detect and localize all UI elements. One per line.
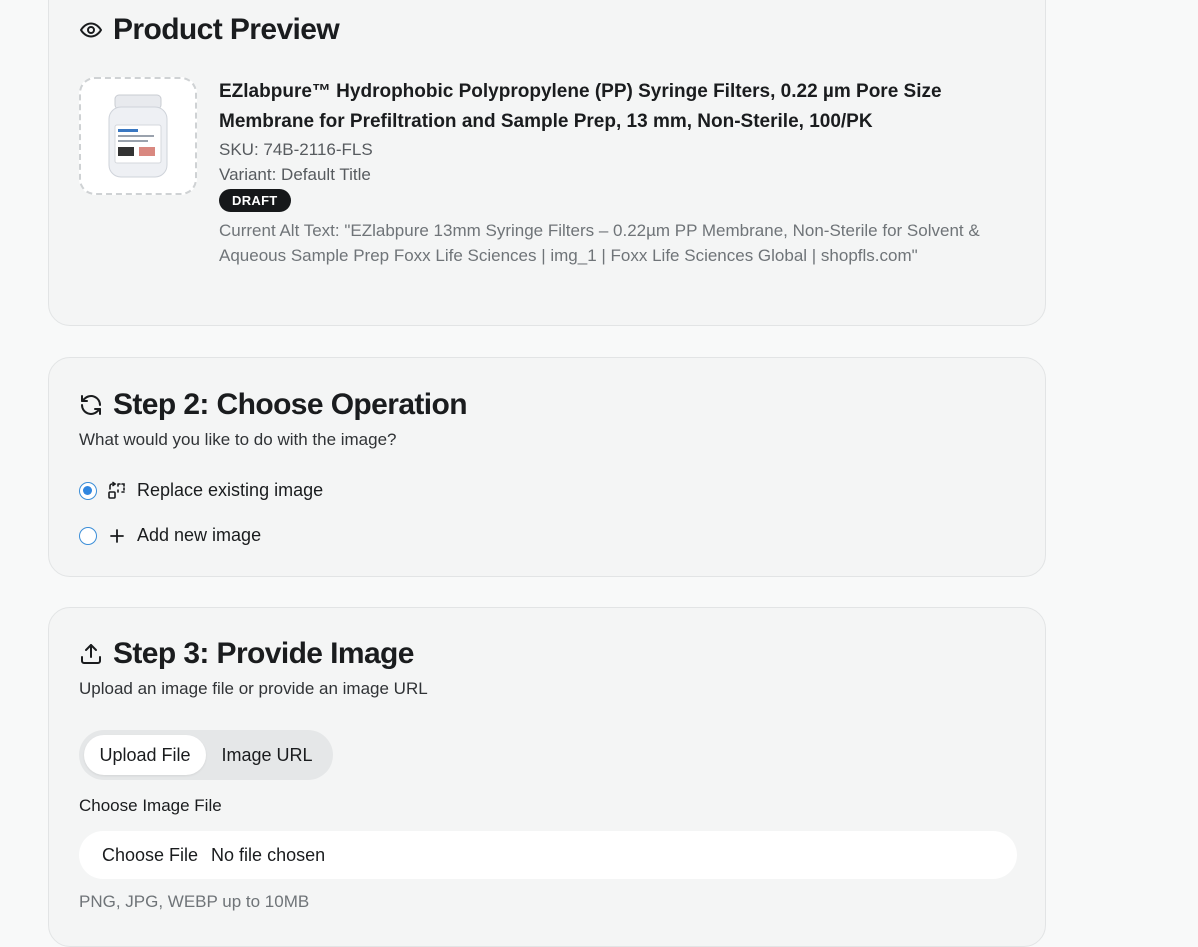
refresh-icon — [79, 393, 103, 417]
option-replace-existing[interactable]: Replace existing image — [79, 480, 323, 501]
provide-image-subtitle: Upload an image file or provide an image… — [79, 679, 428, 698]
option-add-new[interactable]: Add new image — [79, 525, 261, 546]
product-preview-card: Product Preview EZlabpure™ Hydrophobic P… — [48, 0, 1046, 326]
choose-operation-card: Step 2: Choose Operation What would you … — [48, 357, 1046, 577]
product-title: EZlabpure™ Hydrophobic Polypropylene (PP… — [219, 81, 942, 132]
product-jar-image — [108, 94, 168, 178]
plus-icon — [107, 526, 127, 546]
eye-icon — [79, 18, 103, 42]
file-input[interactable]: Choose File No file chosen — [79, 831, 1017, 879]
file-status: No file chosen — [211, 844, 326, 865]
choose-file-button[interactable]: Choose File — [102, 845, 198, 866]
file-format-hint: PNG, JPG, WEBP up to 10MB — [79, 892, 310, 911]
product-preview-title-text: Product Preview — [113, 13, 340, 46]
add-new-label: Add new image — [137, 525, 262, 545]
image-source-tabs: Upload File Image URL — [79, 730, 333, 780]
product-variant: Variant: Default Title — [219, 165, 371, 184]
product-sku: SKU: 74B-2116-FLS — [219, 140, 373, 159]
choose-operation-title: Step 2: Choose Operation — [113, 388, 468, 421]
provide-image-card: Step 3: Provide Image Upload an image fi… — [48, 607, 1046, 947]
product-preview-heading: Product Preview — [79, 13, 340, 47]
tab-image-url[interactable]: Image URL — [211, 735, 323, 775]
choose-operation-subtitle: What would you like to do with the image… — [79, 430, 397, 449]
replace-radio[interactable] — [79, 481, 97, 500]
product-info: EZlabpure™ Hydrophobic Polypropylene (PP… — [219, 77, 1009, 268]
tab-upload-file[interactable]: Upload File — [84, 735, 206, 775]
upload-icon — [79, 642, 103, 666]
provide-image-heading: Step 3: Provide Image — [79, 637, 414, 671]
replace-icon — [107, 481, 127, 501]
choose-operation-heading: Step 2: Choose Operation — [79, 388, 468, 422]
status-badge: DRAFT — [219, 189, 291, 212]
current-alt-text: Current Alt Text: "EZlabpure 13mm Syring… — [219, 221, 980, 265]
replace-label: Replace existing image — [137, 480, 324, 500]
product-thumbnail — [79, 77, 197, 195]
choose-image-file-label: Choose Image File — [79, 796, 222, 815]
add-new-radio[interactable] — [79, 526, 97, 545]
provide-image-title: Step 3: Provide Image — [113, 637, 414, 670]
